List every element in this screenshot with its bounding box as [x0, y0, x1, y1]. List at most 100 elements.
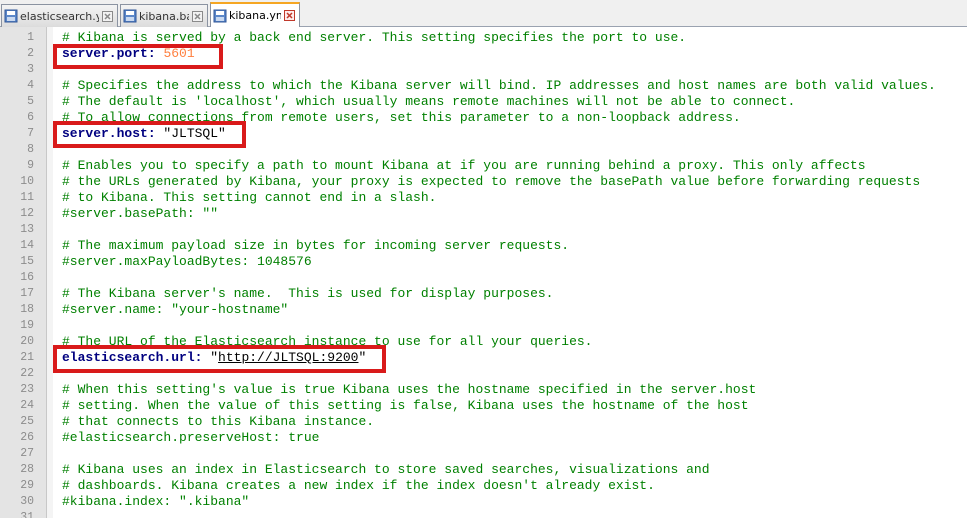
line-number: 28 — [20, 463, 34, 476]
code-line[interactable]: 21 elasticsearch.url: "http://JLTSQL:9200… — [0, 350, 967, 366]
code-token: 5601 — [163, 46, 195, 61]
code-line[interactable]: 11 # to Kibana. This setting cannot end i… — [0, 190, 967, 206]
line-number: 5 — [27, 95, 34, 108]
code-line[interactable]: 7 server.host: "JLTSQL" — [0, 126, 967, 142]
code-line[interactable]: 6 # To allow connections from remote user… — [0, 110, 967, 126]
code-line[interactable]: 29 # dashboards. Kibana creates a new ind… — [0, 478, 967, 494]
line-code: server.host: "JLTSQL" — [62, 126, 226, 142]
line-code: elasticsearch.url: "http://JLTSQL:9200" — [62, 350, 366, 366]
code-line[interactable]: 8 — [0, 142, 967, 158]
code-token: #server.name: "your-hostname" — [62, 302, 289, 317]
line-number: 23 — [20, 383, 34, 396]
line-number: 13 — [20, 223, 34, 236]
code-line[interactable]: 5 # The default is 'localhost', which usu… — [0, 94, 967, 110]
line-number: 19 — [20, 319, 34, 332]
code-token: # that connects to this Kibana instance. — [62, 414, 375, 429]
code-line[interactable]: 17 # The Kibana server's name. This is us… — [0, 286, 967, 302]
code-line[interactable]: 9 # Enables you to specify a path to moun… — [0, 158, 967, 174]
line-code: server.port: 5601 — [62, 46, 195, 62]
code-line[interactable]: 27 — [0, 446, 967, 462]
line-code: # Kibana uses an index in Elasticsearch … — [62, 462, 710, 478]
tab-label: kibana.bat — [139, 9, 189, 23]
code-token: server.host: — [62, 126, 156, 141]
file-icon — [213, 9, 227, 22]
code-token: # to Kibana. This setting cannot end in … — [62, 190, 437, 205]
line-number: 17 — [20, 287, 34, 300]
line-number: 21 — [20, 351, 34, 364]
line-number: 8 — [27, 143, 34, 156]
line-number: 4 — [27, 79, 34, 92]
line-code: # Enables you to specify a path to mount… — [62, 158, 866, 174]
code-line[interactable]: 3 — [0, 62, 967, 78]
line-number: 22 — [20, 367, 34, 380]
code-token: elasticsearch.url: — [62, 350, 203, 365]
line-code: # Specifies the address to which the Kib… — [62, 78, 936, 94]
line-number: 7 — [27, 127, 34, 140]
code-token: #kibana.index: ".kibana" — [62, 494, 250, 509]
line-code: #server.name: "your-hostname" — [62, 302, 288, 318]
code-token: # The default is 'localhost', which usua… — [62, 94, 796, 109]
tab-kibana-bat[interactable]: kibana.bat — [120, 4, 208, 27]
code-token: # setting. When the value of this settin… — [62, 398, 749, 413]
code-line[interactable]: 31 — [0, 510, 967, 518]
close-icon[interactable] — [102, 10, 113, 22]
line-number: 11 — [20, 191, 34, 204]
code-line[interactable]: 20 # The URL of the Elasticsearch instanc… — [0, 334, 967, 350]
code-token: " — [358, 350, 367, 365]
line-code: # the URLs generated by Kibana, your pro… — [62, 174, 920, 190]
code-line[interactable]: 18 #server.name: "your-hostname" — [0, 302, 967, 318]
code-line[interactable]: 22 — [0, 366, 967, 382]
code-line[interactable]: 12 #server.basePath: "" — [0, 206, 967, 222]
code-line[interactable]: 30 #kibana.index: ".kibana" — [0, 494, 967, 510]
code-token: # To allow connections from remote users… — [62, 110, 741, 125]
code-token: "JLTSQL" — [155, 126, 226, 141]
code-token: #server.maxPayloadBytes: 1048576 — [62, 254, 312, 269]
tab-label: kibana.yml — [229, 9, 281, 22]
code-token: # dashboards. Kibana creates a new index… — [62, 478, 655, 493]
code-line[interactable]: 4 # Specifies the address to which the Ki… — [0, 78, 967, 94]
line-code: # When this setting's value is true Kiba… — [62, 382, 756, 398]
line-number: 9 — [27, 159, 34, 172]
code-token: # Kibana is served by a back end server.… — [62, 30, 687, 45]
line-code: # dashboards. Kibana creates a new index… — [62, 478, 655, 494]
line-number: 14 — [20, 239, 34, 252]
code-token: # Enables you to specify a path to mount… — [62, 158, 866, 173]
code-line[interactable]: 10 # the URLs generated by Kibana, your p… — [0, 174, 967, 190]
code-editor[interactable]: 1 # Kibana is served by a back end server… — [0, 27, 967, 518]
code-line[interactable]: 28 # Kibana uses an index in Elasticsearc… — [0, 462, 967, 478]
line-code: # The default is 'localhost', which usua… — [62, 94, 795, 110]
line-number: 29 — [20, 479, 34, 492]
code-line[interactable]: 26 #elasticsearch.preserveHost: true — [0, 430, 967, 446]
line-code: # setting. When the value of this settin… — [62, 398, 749, 414]
tab-kibana-yml[interactable]: kibana.yml — [210, 2, 300, 27]
code-line[interactable]: 19 — [0, 318, 967, 334]
line-code: # Kibana is served by a back end server.… — [62, 30, 686, 46]
code-line[interactable]: 25 # that connects to this Kibana instanc… — [0, 414, 967, 430]
code-line[interactable]: 23 # When this setting's value is true Ki… — [0, 382, 967, 398]
tab-elasticsearch-yml[interactable]: elasticsearch.yml — [1, 4, 118, 27]
code-line[interactable]: 2 server.port: 5601 — [0, 46, 967, 62]
code-line[interactable]: 14 # The maximum payload size in bytes fo… — [0, 238, 967, 254]
code-line[interactable]: 1 # Kibana is served by a back end server… — [0, 30, 967, 46]
url-link[interactable]: http://JLTSQL:9200 — [218, 350, 358, 365]
code-token: # Specifies the address to which the Kib… — [62, 78, 936, 93]
tab-label: elasticsearch.yml — [20, 9, 99, 23]
code-line[interactable]: 13 — [0, 222, 967, 238]
line-number: 2 — [27, 47, 34, 60]
code-token: # Kibana uses an index in Elasticsearch … — [62, 462, 710, 477]
code-token: # The Kibana server's name. This is used… — [62, 286, 554, 301]
line-number: 24 — [20, 399, 34, 412]
code-token: # the URLs generated by Kibana, your pro… — [62, 174, 921, 189]
code-line[interactable]: 16 — [0, 270, 967, 286]
line-number: 20 — [20, 335, 34, 348]
close-icon[interactable] — [284, 10, 295, 21]
close-icon[interactable] — [192, 10, 203, 22]
line-number: 12 — [20, 207, 34, 220]
line-number: 18 — [20, 303, 34, 316]
line-code: # The URL of the Elasticsearch instance … — [62, 334, 593, 350]
line-number: 15 — [20, 255, 34, 268]
code-line[interactable]: 15 #server.maxPayloadBytes: 1048576 — [0, 254, 967, 270]
line-number: 3 — [27, 63, 34, 76]
file-icon — [4, 9, 18, 23]
code-line[interactable]: 24 # setting. When the value of this sett… — [0, 398, 967, 414]
